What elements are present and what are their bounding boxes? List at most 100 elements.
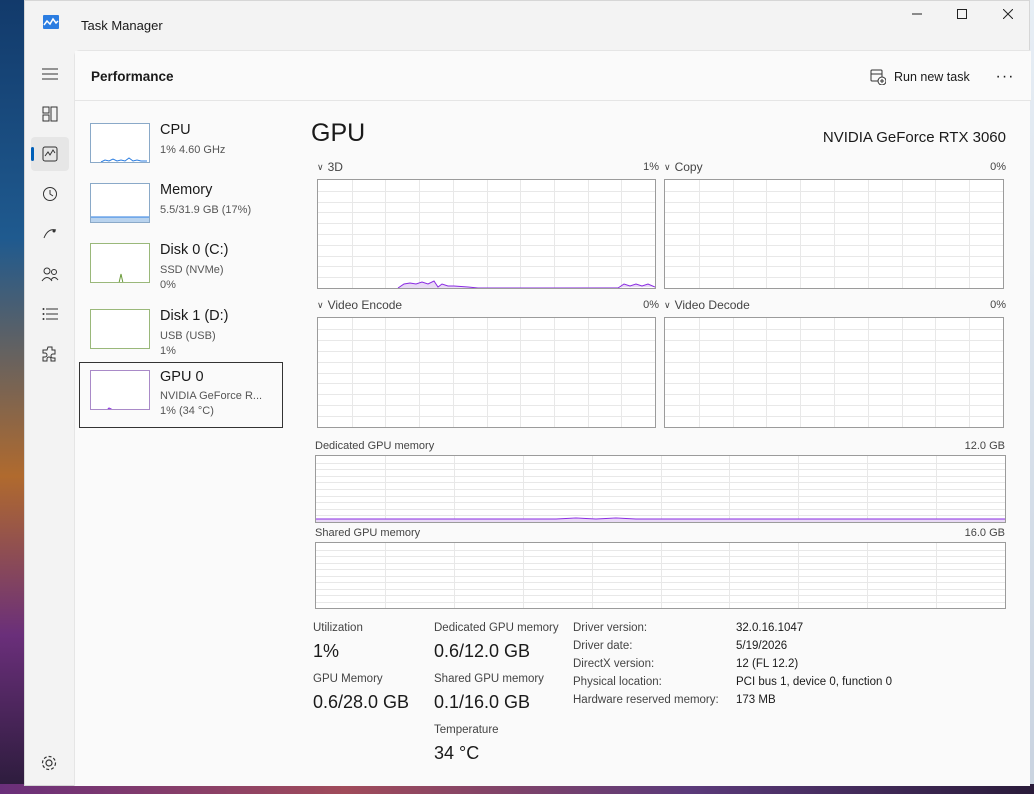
nav-details[interactable]	[31, 297, 69, 331]
engine-copy-graph	[664, 179, 1004, 289]
shared-memory-graph	[315, 542, 1006, 609]
utilization-value: 1%	[313, 641, 340, 661]
engine-label: Copy	[674, 160, 703, 174]
chevron-down-icon: ∨	[317, 299, 324, 310]
nav-app-history[interactable]	[31, 177, 69, 211]
engine-video-encode-graph	[317, 317, 656, 428]
device-detail: 1% 4.60 GHz	[160, 144, 226, 156]
engine-video-decode-graph	[664, 317, 1004, 428]
hamburger-menu-icon	[42, 68, 58, 80]
minimize-button[interactable]	[894, 1, 940, 27]
shared-graph-canvas	[316, 543, 1005, 608]
maximize-icon	[957, 9, 967, 19]
nav-performance[interactable]	[31, 137, 69, 171]
device-name: GPU 0	[160, 369, 204, 385]
device-detail: SSD (NVMe)	[160, 264, 224, 276]
physical-location-value: PCI bus 1, device 0, function 0	[736, 676, 892, 688]
dedicated-memory-stat-value: 0.6/12.0 GB	[434, 641, 531, 661]
performance-page: Performance Run new task ··· CPU 1% 4.60…	[74, 50, 1031, 786]
nav-startup-apps[interactable]	[31, 217, 69, 251]
graph-grid	[665, 318, 1003, 427]
minimize-icon	[912, 13, 922, 15]
video-decode-graph-canvas	[665, 318, 1003, 427]
close-button[interactable]	[985, 1, 1031, 27]
utilization-label: Utilization	[313, 622, 363, 634]
nav-services[interactable]	[31, 337, 69, 371]
chevron-down-icon: ∨	[317, 161, 324, 172]
engine-value: 1%	[643, 161, 659, 173]
more-options-button[interactable]: ···	[993, 65, 1017, 89]
desktop-wallpaper	[1030, 0, 1034, 794]
shared-memory-max: 16.0 GB	[964, 527, 1005, 539]
device-usage: 1% (34 °C)	[160, 405, 214, 417]
temperature-value: 34 °C	[434, 743, 480, 763]
temperature-label: Temperature	[434, 724, 499, 736]
graph-grid	[316, 456, 1005, 522]
device-item-disk1[interactable]: Disk 1 (D:) USB (USB) 1%	[79, 301, 283, 367]
run-new-task-label: Run new task	[894, 70, 970, 84]
device-item-cpu[interactable]: CPU 1% 4.60 GHz	[79, 115, 283, 181]
details-icon	[42, 308, 58, 320]
page-header: Performance Run new task ···	[75, 51, 1031, 101]
device-item-memory[interactable]: Memory 5.5/31.9 GB (17%)	[79, 175, 283, 241]
device-name: Disk 0 (C:)	[160, 242, 229, 258]
directx-version-label: DirectX version:	[573, 658, 655, 670]
gpu-memory-label: GPU Memory	[313, 673, 383, 685]
device-name: Disk 1 (D:)	[160, 308, 229, 324]
users-icon	[41, 267, 59, 282]
device-name: Memory	[160, 182, 213, 198]
device-usage: 0%	[160, 279, 176, 291]
engine-label: Video Encode	[327, 298, 403, 312]
maximize-button[interactable]	[939, 1, 985, 27]
memory-thumbnail-graph	[90, 183, 150, 223]
graph-grid	[318, 318, 655, 427]
dedicated-graph-canvas	[316, 456, 1005, 522]
gpu-title: GPU	[311, 119, 366, 147]
disk1-thumbnail-graph	[90, 309, 150, 349]
engine-value: 0%	[990, 161, 1006, 173]
device-detail: 5.5/31.9 GB (17%)	[160, 204, 252, 216]
driver-date-value: 5/19/2026	[736, 640, 788, 652]
physical-location-label: Physical location:	[573, 676, 662, 688]
startup-apps-icon	[43, 229, 57, 239]
driver-version-label: Driver version:	[573, 622, 648, 634]
engine-3d-selector[interactable]: ∨ 3D	[317, 160, 343, 174]
close-icon	[1003, 9, 1013, 19]
dedicated-memory-graph	[315, 455, 1006, 523]
device-item-gpu0[interactable]: GPU 0 NVIDIA GeForce R... 1% (34 °C)	[79, 362, 283, 428]
processes-icon	[42, 106, 58, 122]
run-new-task-button[interactable]: Run new task	[870, 67, 970, 87]
graph-grid	[318, 180, 655, 288]
nav-users[interactable]	[31, 257, 69, 291]
engine-value: 0%	[990, 299, 1006, 311]
shared-memory-label: Shared GPU memory	[315, 527, 421, 539]
chevron-down-icon: ∨	[664, 299, 671, 310]
driver-version-value: 32.0.16.1047	[736, 622, 804, 634]
device-detail: USB (USB)	[160, 330, 216, 342]
engine-video-encode-selector[interactable]: ∨ Video Encode	[317, 298, 402, 312]
engine-label: 3D	[327, 160, 343, 174]
engine-copy-selector[interactable]: ∨ Copy	[664, 160, 703, 174]
device-usage: 1%	[160, 345, 176, 357]
3d-graph-canvas	[318, 180, 655, 288]
settings-icon[interactable]	[39, 753, 59, 773]
dedicated-memory-max: 12.0 GB	[964, 440, 1005, 452]
device-item-disk0[interactable]: Disk 0 (C:) SSD (NVMe) 0%	[79, 235, 283, 301]
title-bar: Task Manager	[25, 1, 1031, 49]
engine-value: 0%	[643, 299, 659, 311]
hamburger-menu-button[interactable]	[31, 57, 69, 91]
gpu-model-name: NVIDIA GeForce RTX 3060	[822, 129, 1006, 146]
engine-video-decode-selector[interactable]: ∨ Video Decode	[664, 298, 750, 312]
nav-processes[interactable]	[31, 97, 69, 131]
app-history-icon	[43, 187, 57, 201]
task-manager-app-icon	[43, 15, 59, 29]
shared-memory-stat-label: Shared GPU memory	[434, 673, 544, 685]
dedicated-memory-stat-label: Dedicated GPU memory	[434, 622, 559, 634]
hardware-reserved-memory-value: 173 MB	[736, 694, 776, 706]
engine-label: Video Decode	[674, 298, 750, 312]
disk0-thumbnail-graph	[90, 243, 150, 283]
graph-grid	[316, 543, 1005, 608]
engine-3d-graph	[317, 179, 656, 289]
performance-icon	[42, 146, 58, 162]
window-title: Task Manager	[81, 18, 163, 33]
